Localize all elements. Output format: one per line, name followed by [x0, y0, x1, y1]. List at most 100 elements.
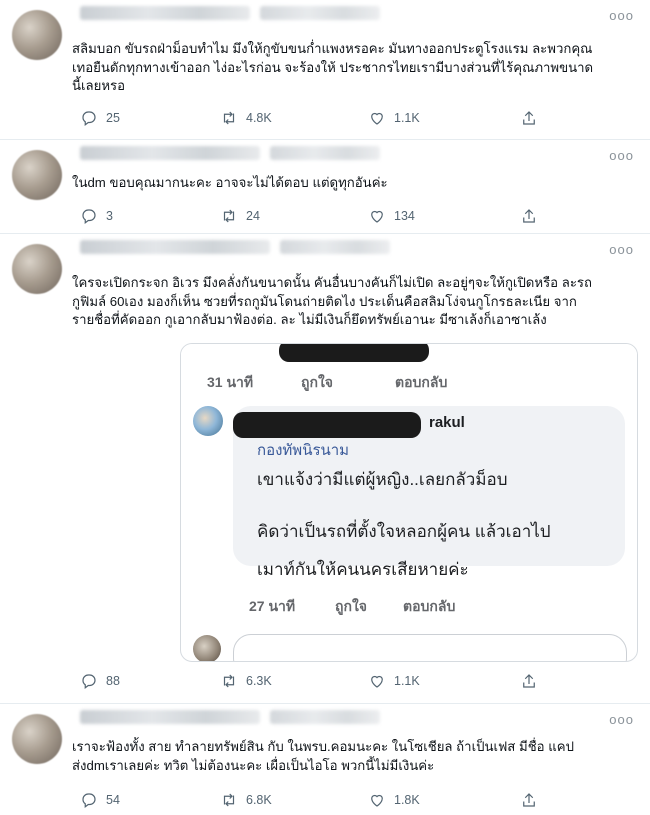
- tweet-feed: ooo สลิมบอก ขับรถฝ่าม็อบทำไม มึงให้กูขับ…: [0, 0, 650, 815]
- tweet-actions: 25 4.8K 1.1K: [72, 108, 572, 128]
- tweet[interactable]: ooo สลิมบอก ขับรถฝ่าม็อบทำไม มึงให้กูขับ…: [0, 0, 650, 140]
- retweet-button[interactable]: 6.8K: [220, 790, 272, 810]
- comment-time: 27 นาที: [249, 598, 296, 614]
- comment-time: 31 นาที: [207, 374, 254, 390]
- comment-like-link: ถูกใจ: [301, 374, 333, 390]
- avatar[interactable]: [12, 714, 62, 764]
- more-icon[interactable]: ooo: [609, 8, 634, 23]
- comment-group-label: กองทัพนิรนาม: [257, 442, 350, 459]
- share-icon: [523, 674, 535, 688]
- more-icon[interactable]: ooo: [609, 712, 634, 727]
- tweet-text-line: ส่งdmเราเลยค่ะ ทวิต ไม่ต้องนะคะ เผื่อเป็…: [72, 757, 435, 773]
- like-icon: [371, 210, 383, 223]
- commenter-avatar: [193, 406, 223, 436]
- like-count: 1.1K: [394, 111, 420, 125]
- user-handle-blurred: [270, 710, 380, 724]
- like-icon: [371, 112, 383, 125]
- retweet-icon: [223, 674, 235, 688]
- tweet-text-line: ใครจะเปิดกระจก อิเวร มึงคลั่งกันขนาดนั้น…: [72, 275, 592, 290]
- more-icon[interactable]: ooo: [609, 148, 634, 163]
- comment-reply-link: ตอบกลับ: [403, 598, 456, 614]
- reply-button[interactable]: 88: [80, 671, 120, 691]
- reply-button[interactable]: 3: [80, 206, 113, 226]
- share-icon: [523, 793, 535, 807]
- comment-row-top: 31 นาที ถูกใจ ตอบกลับ: [181, 344, 637, 392]
- like-button[interactable]: 134: [368, 206, 415, 226]
- like-count: 1.1K: [394, 674, 420, 688]
- user-name-blurred[interactable]: [80, 240, 270, 254]
- comment-author: rakul: [429, 414, 465, 431]
- retweet-button[interactable]: 24: [220, 206, 260, 226]
- avatar[interactable]: [12, 150, 62, 200]
- retweet-button[interactable]: 4.8K: [220, 108, 272, 128]
- comment-line: เมาท์กันให้คนนครเสียหายค่ะ: [257, 560, 469, 579]
- retweet-count: 24: [246, 209, 260, 223]
- user-handle-blurred: [280, 240, 390, 254]
- tweet-text: เราจะฟ้องทั้ง สาย ทำลายทรัพย์สิน กับ ในพ…: [72, 738, 632, 775]
- share-button[interactable]: [520, 206, 538, 226]
- reply-count: 3: [106, 209, 113, 223]
- reply-count: 54: [106, 793, 120, 807]
- like-button[interactable]: 1.1K: [368, 108, 420, 128]
- tweet-text: ใครจะเปิดกระจก อิเวร มึงคลั่งกันขนาดนั้น…: [72, 274, 632, 330]
- tweet-actions: 3 24 134: [72, 206, 572, 226]
- comment-bubble: rakul กองทัพนิรนาม เขาแจ้งว่ามีแต่ผู้หญิ…: [233, 406, 625, 566]
- comment-reply-link: ตอบกลับ: [395, 374, 448, 390]
- tweet-text: ในdm ขอบคุณมากนะคะ อาจจะไม่ได้ตอบ แต่ดูท…: [72, 174, 632, 193]
- tweet-actions: 88 6.3K 1.1K: [72, 671, 572, 691]
- retweet-icon: [223, 793, 235, 807]
- tweet-text-line: กูฟิมล์ 60เอง มองก็เห็น ซวยที่รถกูมันโดน…: [72, 293, 577, 309]
- comment-line: คิดว่าเป็นรถที่ตั้งใจหลอกผู้คน แล้วเอาไป: [257, 522, 551, 541]
- tweet-text-line: รายชื่อที่คัดออก กูเอากลับมาฟ้องต่อ. ละ …: [72, 312, 547, 327]
- user-name-blurred[interactable]: [80, 710, 260, 724]
- share-button[interactable]: [520, 108, 538, 128]
- reply-icon: [82, 111, 96, 126]
- comment-like-link: ถูกใจ: [335, 598, 367, 614]
- user-handle-blurred: [260, 6, 380, 20]
- retweet-count: 6.8K: [246, 793, 272, 807]
- reply-icon: [82, 209, 96, 224]
- like-icon: [371, 675, 383, 688]
- reply-count: 25: [106, 111, 120, 125]
- tweet-text-line: เทอยืนดักทุกทางเข้าออก ไง่อะไรก่อน จะร้อ…: [72, 59, 594, 75]
- user-name-blurred[interactable]: [80, 6, 250, 20]
- reply-box: [233, 634, 627, 661]
- tweet-text-line: สลิมบอก ขับรถฝ่าม็อบทำไม มึงให้กูขับขนก่…: [72, 41, 593, 56]
- redacted-name-bar: [279, 344, 429, 362]
- share-button[interactable]: [520, 790, 538, 810]
- tweet[interactable]: ooo เราจะฟ้องทั้ง สาย ทำลายทรัพย์สิน กับ…: [0, 704, 650, 815]
- share-button[interactable]: [520, 671, 538, 691]
- retweet-count: 6.3K: [246, 674, 272, 688]
- tweet-text-line: ในdm ขอบคุณมากนะคะ อาจจะไม่ได้ตอบ แต่ดูท…: [72, 175, 388, 190]
- reply-count: 88: [106, 674, 120, 688]
- redacted-name-bar: [233, 412, 421, 438]
- tweet-text-line: นี้เลยหรอ: [72, 78, 126, 93]
- like-count: 134: [394, 209, 415, 223]
- like-count: 1.8K: [394, 793, 420, 807]
- share-icon: [523, 111, 535, 125]
- retweet-count: 4.8K: [246, 111, 272, 125]
- user-handle-blurred: [270, 146, 380, 160]
- reply-box-avatar: [193, 635, 221, 661]
- retweet-icon: [223, 111, 235, 125]
- tweet[interactable]: ooo ในdm ขอบคุณมากนะคะ อาจจะไม่ได้ตอบ แต…: [0, 140, 650, 234]
- reply-button[interactable]: 54: [80, 790, 120, 810]
- comment-line: เขาแจ้งว่ามีแต่ผู้หญิง..เลยกลัวม็อบ: [257, 470, 508, 489]
- attached-image[interactable]: 31 นาที ถูกใจ ตอบกลับ rakul กองทัพนิรนาม…: [180, 343, 638, 662]
- share-icon: [523, 209, 535, 223]
- tweet-text: สลิมบอก ขับรถฝ่าม็อบทำไม มึงให้กูขับขนก่…: [72, 40, 632, 96]
- retweet-button[interactable]: 6.3K: [220, 671, 272, 691]
- reply-icon: [82, 793, 96, 808]
- retweet-icon: [223, 209, 235, 223]
- user-name-blurred[interactable]: [80, 146, 260, 160]
- like-icon: [371, 794, 383, 807]
- avatar[interactable]: [12, 244, 62, 294]
- more-icon[interactable]: ooo: [609, 242, 634, 257]
- avatar[interactable]: [12, 10, 62, 60]
- reply-button[interactable]: 25: [80, 108, 120, 128]
- reply-icon: [82, 674, 96, 689]
- like-button[interactable]: 1.8K: [368, 790, 420, 810]
- like-button[interactable]: 1.1K: [368, 671, 420, 691]
- tweet-text-line: เราจะฟ้องทั้ง สาย ทำลายทรัพย์สิน กับ ในพ…: [72, 739, 574, 754]
- tweet-actions: 54 6.8K 1.8K: [72, 790, 572, 810]
